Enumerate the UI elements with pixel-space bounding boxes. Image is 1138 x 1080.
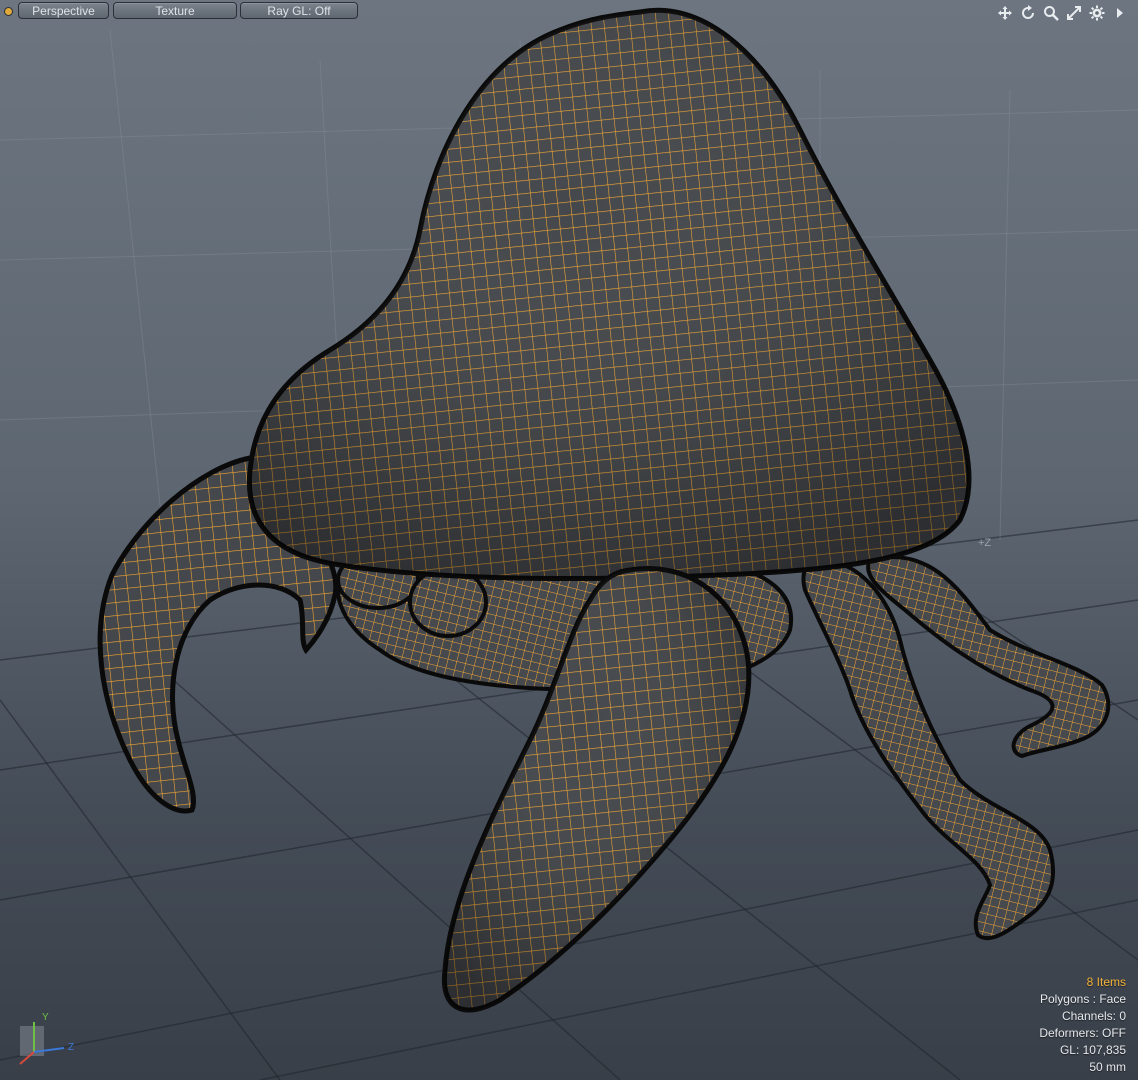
deformers-state: Deformers: OFF — [1039, 1026, 1126, 1040]
arrow-right-icon[interactable] — [1109, 4, 1130, 21]
view-type-button[interactable]: Perspective — [18, 2, 109, 19]
channels-count: Channels: 0 — [1061, 1009, 1126, 1023]
gear-icon[interactable] — [1086, 4, 1107, 21]
3d-viewport[interactable]: +Z Perspective Texture Ray GL: Off Y Z 8… — [0, 0, 1138, 1080]
viewport-scene[interactable] — [0, 0, 1138, 1080]
viewport-stats: 8 Items Polygons : Face Channels: 0 Defo… — [1039, 974, 1126, 1076]
polygons-mode: Polygons : Face — [1039, 992, 1126, 1006]
zoom-icon[interactable] — [1040, 4, 1061, 21]
gl-poly-count: GL: 107,835 — [1059, 1043, 1126, 1057]
grid-axis-label: +Z — [978, 537, 992, 549]
viewport-menu-icon[interactable] — [5, 8, 12, 15]
maximize-icon[interactable] — [1063, 4, 1084, 21]
shading-mode-button[interactable]: Texture — [113, 2, 237, 19]
lens-focal-length: 50 mm — [1089, 1060, 1126, 1074]
viewport-tools — [994, 4, 1130, 21]
viewport-header: Perspective Texture Ray GL: Off — [0, 2, 1138, 22]
y-axis-label: Y — [42, 1012, 49, 1023]
ray-gl-button[interactable]: Ray GL: Off — [240, 2, 358, 19]
items-count: 8 Items — [1086, 975, 1126, 989]
axis-gizmo: Y Z — [12, 1006, 92, 1066]
z-axis-label: Z — [68, 1042, 75, 1053]
rotate-icon[interactable] — [1017, 4, 1038, 21]
move-icon[interactable] — [994, 4, 1015, 21]
